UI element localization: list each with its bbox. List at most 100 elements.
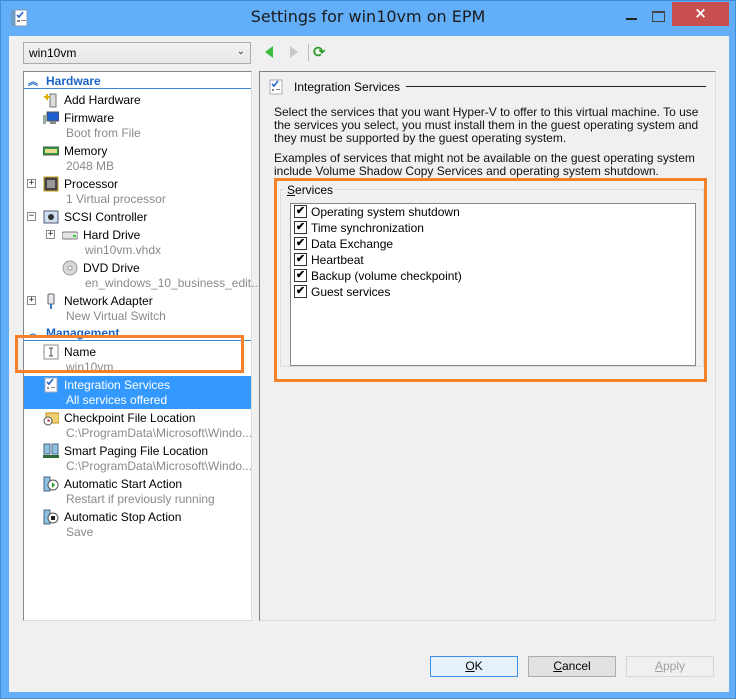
checkbox-checked[interactable]: ✔ (294, 253, 307, 266)
item-name: Hard Drive (83, 228, 141, 242)
collapse-icon[interactable]: − (27, 212, 36, 221)
tree-item-add-hardware[interactable]: Add Hardware (24, 91, 251, 108)
back-arrow-icon[interactable] (265, 46, 273, 58)
examples-text: Examples of services that might not be a… (274, 151, 695, 178)
collapse-icon[interactable]: ︽ (28, 325, 38, 340)
tree-item-automatic-start-action[interactable]: Automatic Start Action Restart if previo… (24, 475, 251, 508)
auto-start-icon (43, 476, 59, 492)
tree-item-memory[interactable]: Memory 2048 MB (24, 142, 251, 175)
tree-item-name[interactable]: Name win10vm (24, 343, 251, 376)
tree-item-hard-drive[interactable]: + Hard Drive win10vm.vhdx (24, 226, 251, 259)
item-detail: New Virtual Switch (66, 309, 166, 323)
ok-rest: K (474, 659, 483, 673)
smart-paging-icon (43, 443, 59, 458)
checkbox-checked[interactable]: ✔ (294, 237, 307, 250)
services-list[interactable]: ✔ Operating system shutdown ✔ Time synch… (290, 203, 696, 366)
item-detail: Restart if previously running (66, 492, 215, 506)
tree-item-scsi-controller[interactable]: − SCSI Controller (24, 208, 251, 225)
processor-icon (43, 176, 59, 192)
panel-title: Integration Services (294, 80, 401, 94)
title-bar[interactable]: Settings for win10vm on EPM × (1, 1, 735, 37)
maximize-button[interactable] (644, 2, 670, 26)
refresh-icon[interactable]: ⟳ (313, 44, 329, 60)
network-adapter-icon (47, 293, 55, 309)
apply-button[interactable]: Apply (626, 656, 714, 677)
item-detail: 2048 MB (66, 159, 115, 173)
checkbox-checked[interactable]: ✔ (294, 205, 307, 218)
name-icon (43, 344, 59, 360)
service-label: Backup (volume checkpoint) (311, 269, 462, 283)
service-label: Heartbeat (311, 253, 364, 267)
item-detail: win10vm (66, 360, 114, 374)
apply-accel: A (654, 659, 663, 673)
add-hardware-icon (44, 93, 57, 108)
integration-services-icon (44, 377, 58, 393)
apply-rest: pply (663, 659, 686, 673)
service-label: Operating system shutdown (311, 205, 460, 219)
settings-tree[interactable]: ︽ Hardware Add Hardware Firmware Boot fr… (23, 71, 261, 621)
section-header-hardware[interactable]: ︽ Hardware (24, 73, 251, 89)
services-group: Services ✔ Operating system shutdown ✔ T… (280, 183, 704, 367)
service-label: Guest services (311, 285, 391, 299)
tree-item-dvd-drive[interactable]: DVD Drive en_windows_10_business_edit... (24, 259, 261, 292)
service-label: Data Exchange (311, 237, 394, 251)
description-text: Select the services that you want Hyper-… (274, 105, 699, 145)
tree-item-checkpoint-file-location[interactable]: Checkpoint File Location C:\ProgramData\… (24, 409, 253, 442)
collapse-icon[interactable]: ︽ (28, 73, 38, 88)
cancel-accel: C (553, 659, 562, 673)
item-detail: win10vm.vhdx (85, 243, 162, 257)
tree-item-network-adapter[interactable]: + Network Adapter New Virtual Switch (24, 292, 251, 325)
item-name: Add Hardware (64, 93, 141, 107)
item-name: Firmware (64, 111, 114, 125)
expand-icon[interactable]: + (27, 179, 36, 188)
item-name: SCSI Controller (64, 210, 148, 224)
item-name: Automatic Stop Action (64, 510, 182, 524)
item-name: Network Adapter (64, 294, 153, 308)
cancel-button[interactable]: Cancel (528, 656, 616, 677)
checkbox-checked[interactable]: ✔ (294, 269, 307, 282)
checkbox-checked[interactable]: ✔ (294, 221, 307, 234)
vm-selector-dropdown[interactable]: win10vm ⌄ (23, 42, 251, 64)
firmware-icon (43, 111, 59, 124)
item-detail: C:\ProgramData\Microsoft\Windo... (66, 426, 253, 440)
item-name: Processor (64, 177, 119, 191)
memory-icon (43, 146, 59, 156)
ok-accel: O (465, 659, 475, 673)
tree-item-processor[interactable]: + Processor 1 Virtual processor (24, 175, 251, 208)
ok-button[interactable]: OK (430, 656, 518, 677)
tree-item-integration-services[interactable]: Integration Services All services offere… (24, 376, 251, 409)
tree-item-smart-paging-file-location[interactable]: Smart Paging File Location C:\ProgramDat… (24, 442, 252, 475)
item-detail: en_windows_10_business_edit... (85, 276, 262, 290)
vm-selector-value: win10vm (29, 46, 77, 60)
dvd-drive-icon (62, 260, 78, 276)
item-detail: Boot from File (66, 126, 141, 140)
section-header-management[interactable]: ︽ Management (24, 325, 251, 341)
section-label: Hardware (46, 74, 101, 88)
services-label: Services (285, 183, 336, 197)
auto-stop-icon (43, 509, 59, 525)
item-name: DVD Drive (83, 261, 140, 275)
tree-item-automatic-stop-action[interactable]: Automatic Stop Action Save (24, 508, 251, 541)
forward-arrow-icon[interactable] (290, 46, 298, 58)
checkbox-checked[interactable]: ✔ (294, 285, 307, 298)
expand-icon[interactable]: + (46, 230, 55, 239)
section-label: Management (46, 326, 120, 340)
services-label-accel: S (287, 183, 296, 197)
item-name: Name (64, 345, 97, 359)
dialog-client-area: win10vm ⌄ ⟳ ︽ Hardware Add Hardware Firm… (9, 36, 729, 692)
item-name: Integration Services (64, 378, 171, 392)
minimize-button[interactable] (618, 2, 644, 26)
item-name: Automatic Start Action (64, 477, 183, 491)
service-label: Time synchronization (311, 221, 424, 235)
tree-item-firmware[interactable]: Firmware Boot from File (24, 109, 251, 142)
item-name: Memory (64, 144, 108, 158)
scsi-controller-icon (43, 210, 59, 224)
checkpoint-folder-icon (43, 412, 59, 426)
close-button[interactable]: × (672, 2, 729, 26)
item-detail: Save (66, 525, 94, 539)
cancel-rest: ancel (561, 659, 591, 673)
item-name: Checkpoint File Location (64, 411, 196, 425)
item-name: Smart Paging File Location (64, 444, 209, 458)
expand-icon[interactable]: + (27, 296, 36, 305)
hard-drive-icon (62, 231, 78, 240)
